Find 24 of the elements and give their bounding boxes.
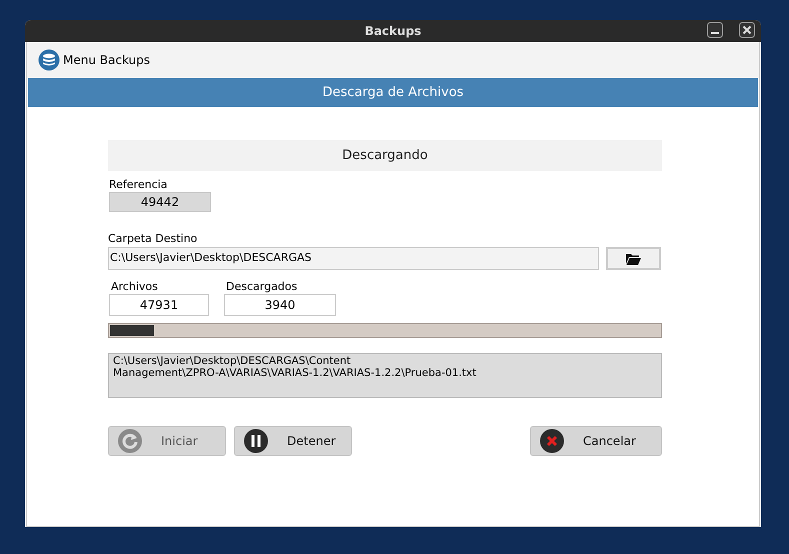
close-icon[interactable] [739,22,755,38]
database-icon [38,49,60,71]
field-label: Carpeta Destino [108,232,198,246]
status-title: Descargando [342,146,428,165]
section-title: Descarga de Archivos [322,84,464,102]
close-icon [539,428,565,454]
pause-icon [243,428,269,454]
log-line: Management\ZPRO-A\VARIAS\VARIAS-1.2\VARIAS-1.2.2\Prueba-01.txt [113,367,478,379]
window-title: Backups [364,23,422,40]
browse-button[interactable] [606,247,661,270]
folder-path-field[interactable]: C:\Users\Javier\Desktop\DESCARGAS [108,247,599,270]
minimize-icon[interactable] [707,22,723,38]
cancel-button[interactable]: Cancelar [530,426,662,456]
folder-icon [626,252,641,264]
field-label: Referencia [109,178,168,192]
log-line: C:\Users\Javier\Desktop\DESCARGAS\Content [113,355,352,367]
refresh-icon [117,428,143,454]
downloaded-count-field: 3940 [224,294,336,316]
menu-item[interactable]: Menu Backups [38,49,150,71]
field-label: Archivos [111,280,159,294]
files-count-field: 47931 [109,294,209,316]
reference-field: 49442 [109,192,211,212]
stop-button[interactable]: Detener [234,426,352,456]
field-label: Descargados [226,280,298,294]
